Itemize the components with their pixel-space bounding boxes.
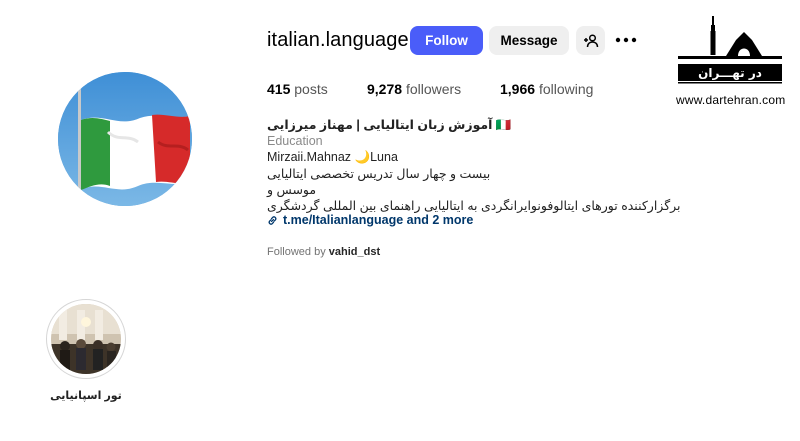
profile-avatar[interactable] (58, 72, 192, 206)
bio-line-2: بیست و چهار سال تدریس تخصصی ایتالیایی (267, 167, 491, 181)
posts-count: 415 (267, 81, 291, 97)
logo-text: در تهـــران (698, 66, 762, 80)
following-label: following (538, 81, 594, 97)
follow-button[interactable]: Follow (410, 26, 483, 55)
bio-line-4: برگزارکننده تورهای ایتالوفونوایرانگردی ب… (267, 199, 681, 213)
link-icon (268, 215, 277, 225)
italian-flag-image (58, 72, 192, 206)
story-highlight[interactable] (46, 299, 126, 379)
suggested-users-button[interactable] (576, 26, 605, 55)
bio-link[interactable]: t.me/Italianlanguage and 2 more (267, 213, 473, 227)
more-icon (615, 37, 637, 43)
followed-by-user: vahid_dst (328, 246, 381, 258)
bio-line-3: موسس و (267, 183, 317, 197)
message-button[interactable]: Message (489, 26, 569, 55)
more-options-button[interactable] (614, 28, 638, 52)
following-stat[interactable]: 1,966 following (500, 81, 593, 97)
followed-by[interactable]: Followed by vahid_dst (267, 246, 380, 258)
highlight-cover-image (51, 304, 121, 374)
posts-label: posts (294, 81, 328, 97)
watermark-url: www.dartehran.com (676, 93, 786, 107)
followers-label: followers (405, 81, 462, 97)
dartehran-logo: در تهـــران (674, 12, 786, 90)
followers-stat[interactable]: 9,278 followers (367, 81, 461, 97)
posts-stat: 415 posts (267, 81, 328, 97)
bio-link-text: t.me/Italianlanguage and 2 more (283, 213, 474, 227)
add-user-icon (583, 33, 598, 47)
bio-name: آموزش زبان ایتالیایی | مهناز میرزایی 🇮🇹 (267, 118, 512, 132)
bio-line-1: Mirzaii.Mahnaz 🌙Luna (267, 150, 398, 164)
followers-count: 9,278 (367, 81, 403, 97)
following-count: 1,966 (500, 81, 536, 97)
bio-category: Education (267, 134, 323, 148)
followed-by-prefix: Followed by (267, 246, 329, 258)
highlight-label: تور اسپانیایی (50, 390, 122, 402)
profile-username: italian.language (267, 29, 409, 51)
